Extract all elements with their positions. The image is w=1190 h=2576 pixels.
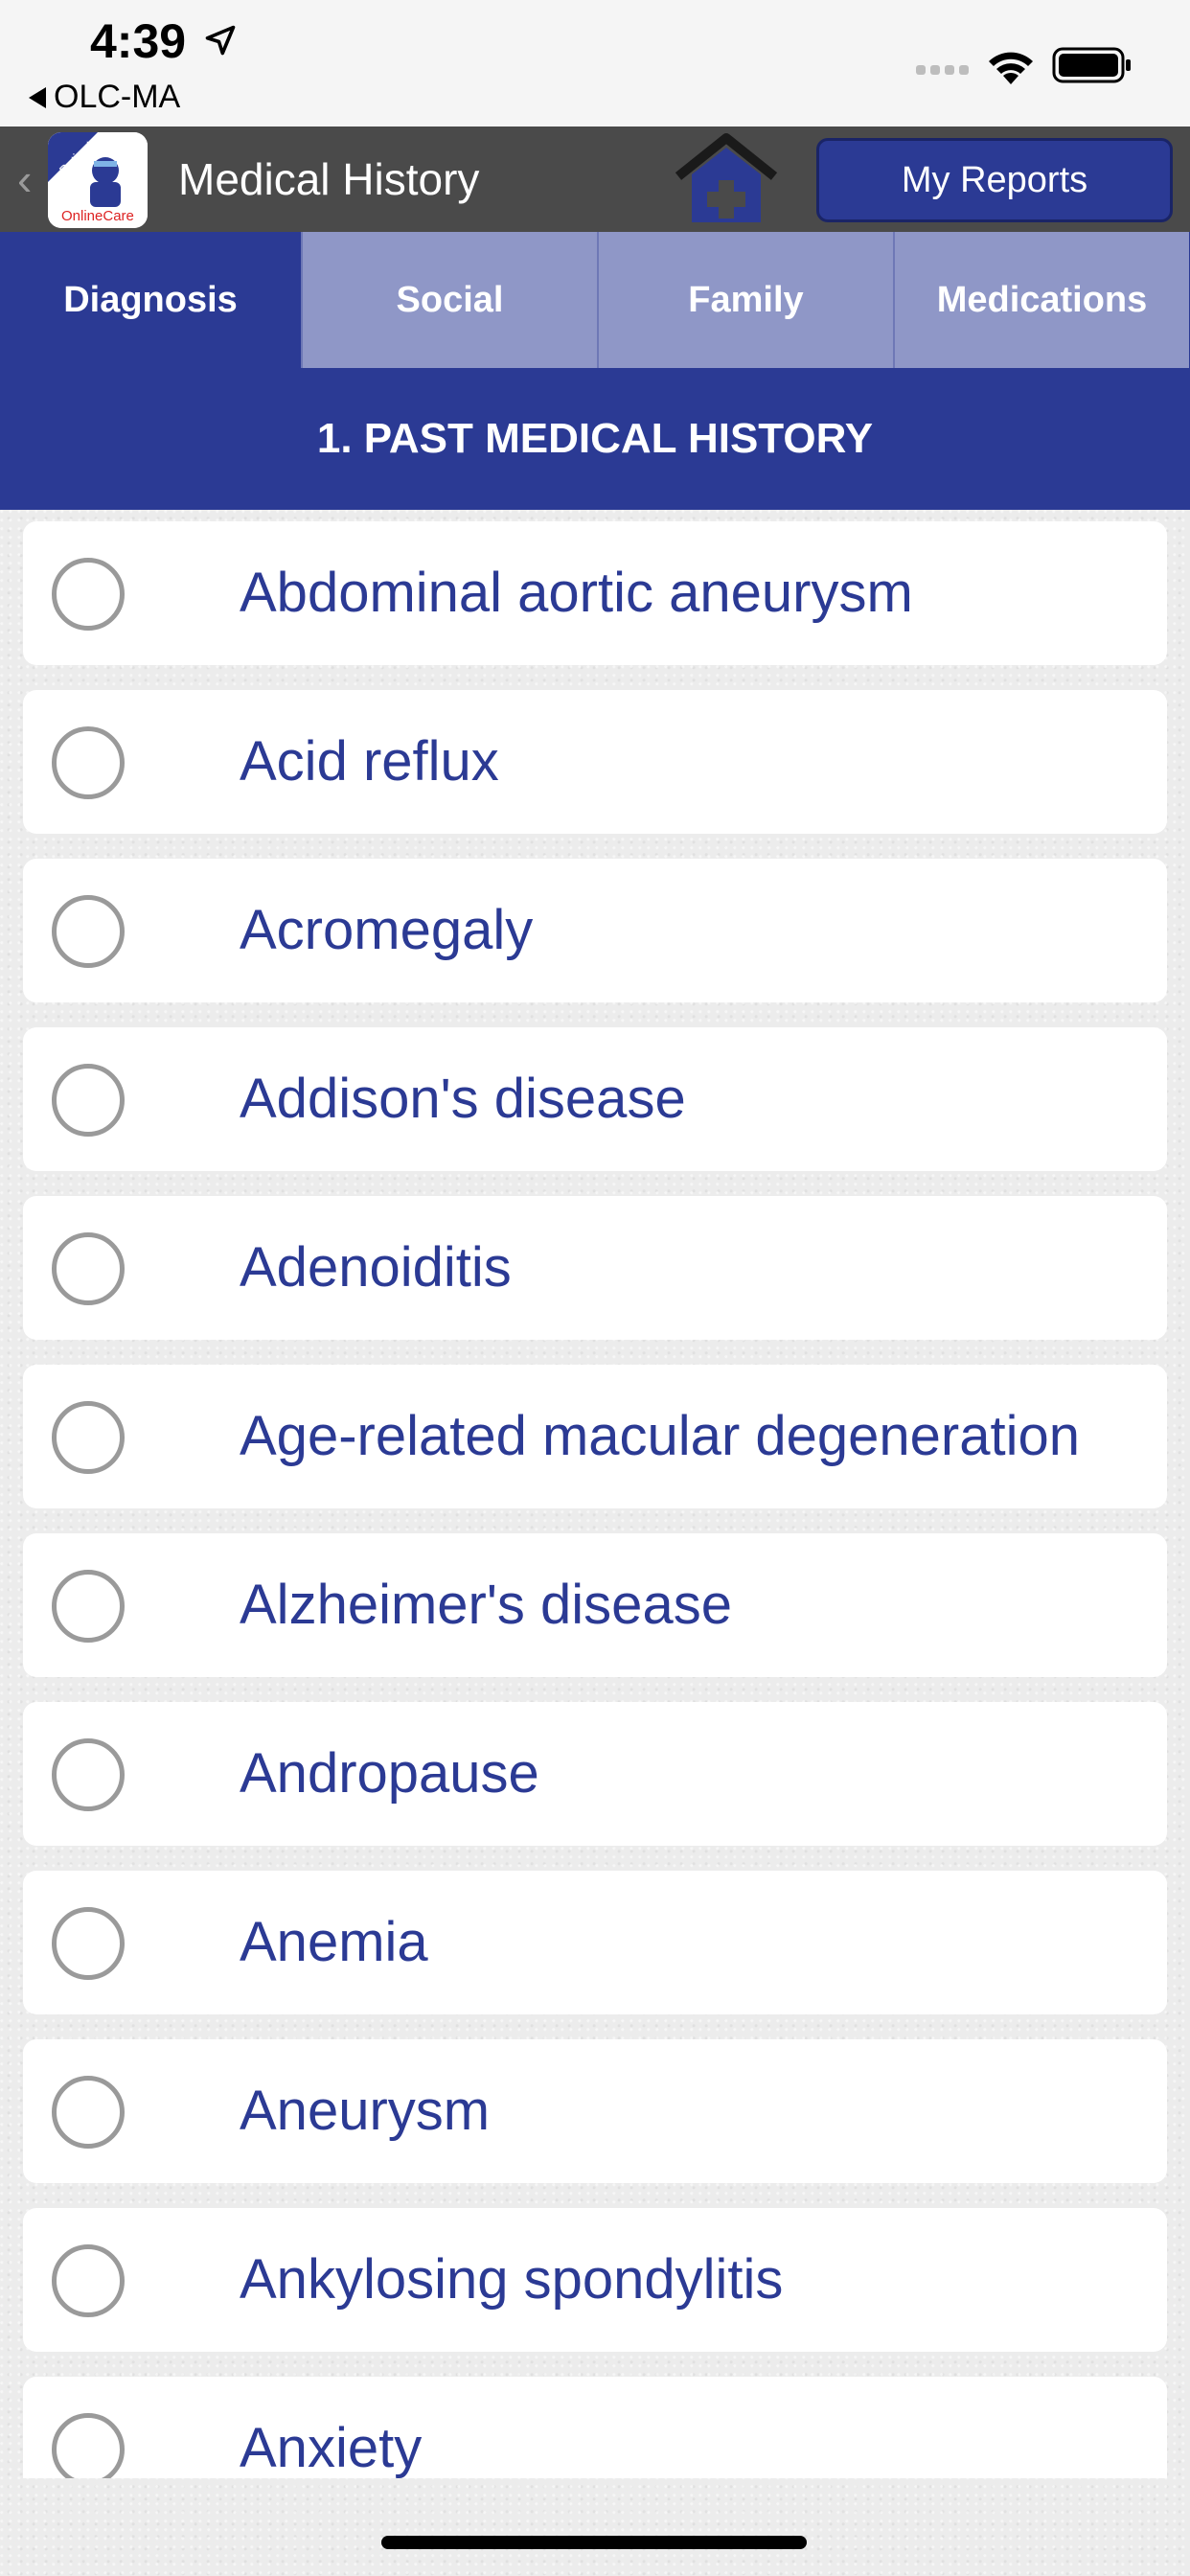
tab-bar: Diagnosis Social Family Medications [0, 232, 1190, 368]
radio-button-icon[interactable] [52, 558, 125, 631]
radio-button-icon[interactable] [52, 1907, 125, 1980]
cellular-signal-icon [916, 65, 969, 75]
battery-icon [1052, 47, 1131, 83]
list-item[interactable]: Andropause [23, 1702, 1167, 1846]
radio-button-icon[interactable] [52, 895, 125, 968]
logo-text-bottom: OnlineCare [61, 208, 134, 224]
list-item[interactable]: Alzheimer's disease [23, 1533, 1167, 1677]
list-item[interactable]: Abdominal aortic aneurysm [23, 521, 1167, 665]
condition-label: Andropause [240, 1742, 539, 1805]
radio-button-icon[interactable] [52, 2076, 125, 2149]
list-item[interactable]: Acid reflux [23, 690, 1167, 834]
wifi-icon [989, 52, 1033, 84]
condition-label: Acromegaly [240, 899, 534, 961]
tab-diagnosis[interactable]: Diagnosis [0, 232, 301, 368]
radio-button-icon[interactable] [52, 1738, 125, 1811]
radio-button-icon[interactable] [52, 1064, 125, 1137]
list-item[interactable]: Addison's disease [23, 1027, 1167, 1171]
tab-family[interactable]: Family [597, 232, 893, 368]
status-time: 4:39 [90, 14, 187, 68]
list-item[interactable]: Anxiety [23, 2377, 1167, 2478]
radio-button-icon[interactable] [52, 1401, 125, 1474]
app-header: ‹ Patient OnlineCare Medical History My … [0, 126, 1190, 232]
condition-label: Ankylosing spondylitis [240, 2248, 784, 2311]
list-item[interactable]: Anemia [23, 1871, 1167, 2014]
app-logo: Patient OnlineCare [48, 132, 148, 228]
condition-label: Adenoiditis [240, 1236, 512, 1299]
app-logo-icon: Patient OnlineCare [48, 132, 148, 228]
radio-button-icon[interactable] [52, 726, 125, 799]
list-item[interactable]: Ankylosing spondylitis [23, 2208, 1167, 2352]
list-item[interactable]: Acromegaly [23, 859, 1167, 1002]
status-bar: 4:39 OLC-MA [0, 0, 1190, 126]
back-app-label: OLC-MA [54, 79, 181, 115]
condition-label: Abdominal aortic aneurysm [240, 562, 913, 624]
my-reports-button[interactable]: My Reports [816, 138, 1173, 222]
home-medical-icon[interactable] [673, 132, 780, 228]
radio-button-icon[interactable] [52, 1232, 125, 1305]
back-to-app-link[interactable]: OLC-MA [29, 79, 180, 116]
back-triangle-icon [29, 86, 46, 108]
condition-label: Age-related macular degeneration [240, 1405, 1080, 1467]
radio-button-icon[interactable] [52, 2244, 125, 2317]
tab-medications[interactable]: Medications [893, 232, 1189, 368]
condition-label: Anemia [240, 1911, 428, 1973]
condition-label: Alzheimer's disease [240, 1574, 732, 1636]
back-chevron-icon[interactable]: ‹ [17, 153, 32, 205]
list-item[interactable]: Age-related macular degeneration [23, 1365, 1167, 1508]
condition-label: Acid reflux [240, 730, 499, 793]
location-arrow-icon [205, 25, 236, 56]
radio-button-icon[interactable] [52, 2413, 125, 2478]
condition-list: Abdominal aortic aneurysm Acid reflux Ac… [0, 510, 1190, 2478]
radio-button-icon[interactable] [52, 1570, 125, 1643]
tab-social[interactable]: Social [301, 232, 597, 368]
condition-label: Addison's disease [240, 1068, 686, 1130]
section-title: 1. PAST MEDICAL HISTORY [0, 368, 1190, 510]
condition-label: Anxiety [240, 2417, 423, 2478]
home-indicator[interactable] [381, 2536, 807, 2549]
list-item[interactable]: Adenoiditis [23, 1196, 1167, 1340]
page-title: Medical History [178, 154, 480, 204]
condition-label: Aneurysm [240, 2080, 491, 2142]
list-item[interactable]: Aneurysm [23, 2039, 1167, 2183]
